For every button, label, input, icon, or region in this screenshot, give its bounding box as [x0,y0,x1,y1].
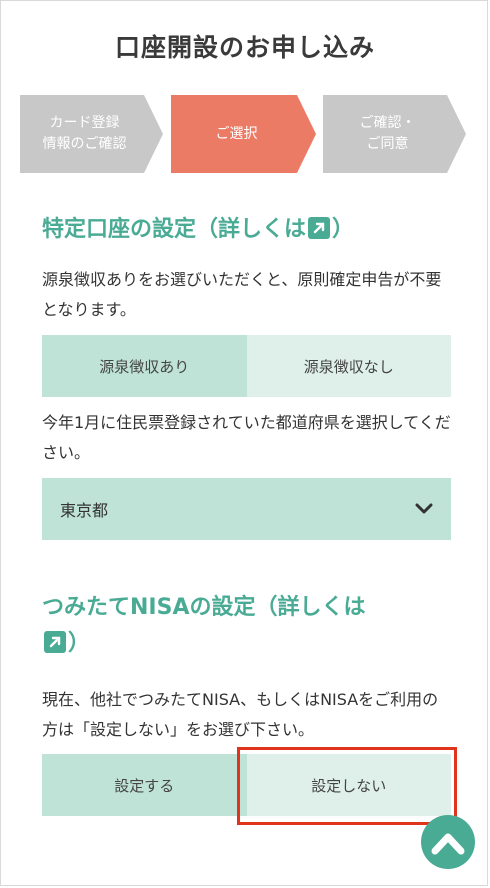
prefecture-description: 今年1月に住民票登録されていた都道府県を選択してください。 [42,413,451,462]
nisa-set-button[interactable]: 設定する [42,754,247,816]
prefecture-select[interactable]: 東京都 [42,478,451,540]
page-title: 口座開設のお申し込み [114,33,375,62]
scroll-to-top-button[interactable] [421,815,475,869]
step-confirm-agree: ご確認・ ご同意 [323,95,466,173]
step-label: 情報のご確認 [42,136,127,152]
external-link-icon[interactable] [308,217,331,239]
step-label: ご選択 [215,125,258,142]
nisa-section-title: つみたてNISAの設定（詳しくは） [42,595,366,656]
step-indicator: カード登録情報のご確認 ご選択 ご確認・ご同意 [20,95,466,173]
highlight-box [237,747,457,825]
step-label: ご確認・ [359,115,416,131]
step-selection-current: ご選択 [171,95,316,173]
chevron-down-icon [415,500,433,519]
tokutei-description: 源泉徴収ありをお選びいただくと、原則確定申告が不要となります。 [42,270,442,319]
external-link-icon[interactable] [44,631,66,653]
step-label: カード登録 [49,115,120,131]
prefecture-selected-value: 東京都 [60,501,109,520]
tokutei-section-title: 特定口座の設定（詳しくは） [42,217,355,242]
nisa-description: 現在、他社でつみたてNISA、もしくはNISAをご利用の方は「設定しない」をお選… [42,690,439,739]
withholding-toggle: 源泉徴収あり 源泉徴収なし [42,335,451,397]
withholding-no-button[interactable]: 源泉徴収なし [246,335,451,397]
chevron-up-icon [431,833,465,855]
withholding-yes-button[interactable]: 源泉徴収あり [42,335,247,397]
step-label: ご同意 [366,136,409,152]
step-card-info: カード登録情報のご確認 [20,95,163,173]
